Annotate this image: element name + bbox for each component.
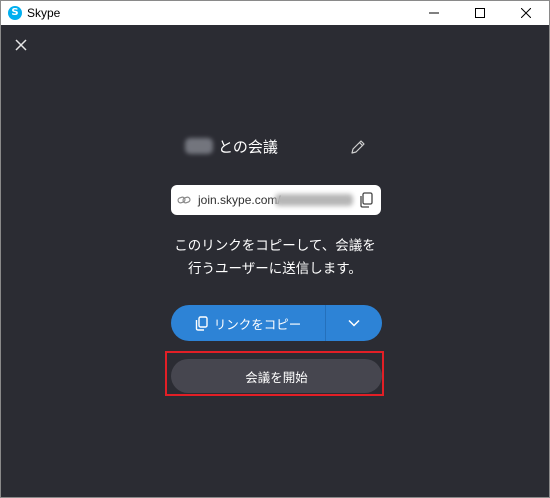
minimize-button[interactable] bbox=[411, 1, 457, 25]
skype-window: S Skype との会議 join.skype.com/ このリンクをコピーして… bbox=[0, 0, 550, 498]
meeting-link-text: join.skype.com/ bbox=[198, 193, 281, 207]
maximize-icon bbox=[475, 8, 485, 18]
instructions-line-2: 行うユーザーに送信します。 bbox=[188, 261, 362, 277]
window-close-button[interactable] bbox=[503, 1, 549, 25]
meeting-link-field[interactable]: join.skype.com/ bbox=[171, 185, 381, 215]
meeting-title-row: との会議 bbox=[1, 137, 549, 157]
highlight-frame bbox=[165, 351, 384, 396]
minimize-icon bbox=[429, 12, 439, 14]
share-options-dropdown[interactable] bbox=[326, 305, 382, 341]
window-controls bbox=[411, 1, 549, 25]
share-instructions: このリンクをコピーして、会議を 行うユーザーに送信します。 bbox=[1, 235, 549, 281]
meeting-panel: との会議 join.skype.com/ このリンクをコピーして、会議を 行うユ… bbox=[1, 25, 549, 497]
chevron-down-icon bbox=[348, 319, 360, 327]
blurred-user-name bbox=[185, 138, 213, 154]
close-button[interactable] bbox=[11, 35, 31, 55]
maximize-button[interactable] bbox=[457, 1, 503, 25]
title-bar: S Skype bbox=[1, 1, 549, 25]
blurred-link-id bbox=[275, 194, 353, 206]
pencil-icon bbox=[351, 140, 365, 154]
instructions-line-1: このリンクをコピーして、会議を bbox=[174, 238, 376, 254]
close-icon bbox=[15, 39, 27, 51]
edit-title-button[interactable] bbox=[349, 138, 367, 156]
copy-link-button-group: リンクをコピー bbox=[171, 305, 382, 341]
link-icon bbox=[177, 196, 191, 204]
window-close-icon bbox=[521, 8, 531, 18]
skype-icon: S bbox=[8, 6, 22, 20]
copy-link-button[interactable]: リンクをコピー bbox=[171, 305, 326, 341]
copy-icon bbox=[195, 315, 208, 331]
copy-link-icon[interactable] bbox=[359, 192, 373, 208]
copy-link-label: リンクをコピー bbox=[213, 316, 302, 332]
app-title: Skype bbox=[27, 6, 61, 20]
meeting-title: との会議 bbox=[218, 138, 278, 156]
